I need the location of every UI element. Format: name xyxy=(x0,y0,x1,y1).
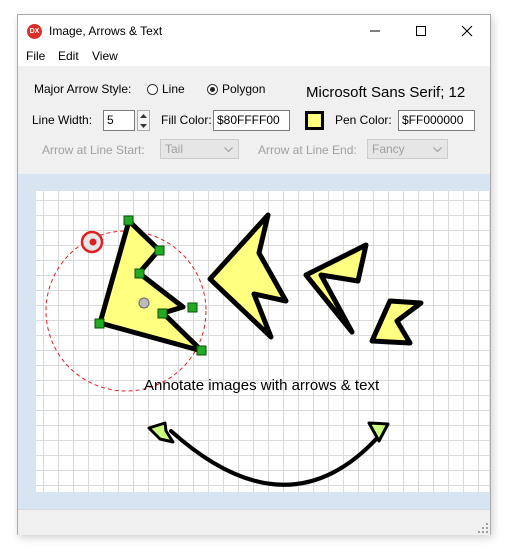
pen-color-input[interactable]: $FF000000 xyxy=(398,110,475,131)
radio-line-button[interactable] xyxy=(147,84,158,95)
line-width-input[interactable]: 5 xyxy=(103,110,135,131)
fill-color-input[interactable]: $80FFFF00 xyxy=(213,110,290,131)
menu-file[interactable]: File xyxy=(26,49,45,63)
arrow-shape-2[interactable] xyxy=(207,212,289,340)
minimize-button[interactable] xyxy=(352,15,398,46)
vertex-handle[interactable] xyxy=(157,308,168,319)
arrow-shape-4[interactable] xyxy=(369,298,424,346)
rotation-handle-icon[interactable] xyxy=(80,230,104,254)
vertex-handle[interactable] xyxy=(134,268,145,279)
vertex-handle[interactable] xyxy=(154,245,165,256)
chevron-down-icon xyxy=(224,147,233,152)
selected-arrow[interactable] xyxy=(97,218,205,354)
radio-line-label[interactable]: Line xyxy=(162,82,185,96)
menu-bar: File Edit View xyxy=(18,46,490,66)
pen-color-label: Pen Color: xyxy=(335,113,392,127)
menu-view[interactable]: View xyxy=(92,49,118,63)
arrow-end-value: Fancy xyxy=(372,142,405,156)
line-width-spinner[interactable] xyxy=(137,110,150,131)
chevron-down-icon xyxy=(433,147,442,152)
vertex-handle[interactable] xyxy=(94,318,105,329)
minimize-icon xyxy=(370,30,380,31)
menu-edit[interactable]: Edit xyxy=(58,49,79,63)
curved-arrow-line[interactable] xyxy=(169,429,381,487)
annotation-layer[interactable] xyxy=(36,191,489,492)
canvas-panel: Annotate images with arrows & text xyxy=(18,174,490,509)
line-width-label: Line Width: xyxy=(32,113,93,127)
vertex-handle[interactable] xyxy=(187,302,198,313)
status-bar xyxy=(18,509,490,535)
app-icon: DX xyxy=(27,24,42,39)
arrow-end-label: Arrow at Line End: xyxy=(258,143,357,157)
close-button[interactable] xyxy=(444,15,490,46)
fill-color-swatch[interactable] xyxy=(305,111,324,130)
curved-arrow-tail[interactable] xyxy=(147,421,175,444)
fill-color-label: Fill Color: xyxy=(161,113,212,127)
center-handle[interactable] xyxy=(138,297,150,309)
close-icon xyxy=(461,25,473,36)
image-canvas[interactable]: Annotate images with arrows & text xyxy=(36,191,489,492)
maximize-button[interactable] xyxy=(398,15,444,46)
options-toolbar: Major Arrow Style: Line Polygon Microsof… xyxy=(18,66,490,174)
maximize-icon xyxy=(416,25,426,36)
arrow-end-combo[interactable]: Fancy xyxy=(367,139,448,159)
arrow-start-label: Arrow at Line Start: xyxy=(42,143,145,157)
spin-down-icon[interactable] xyxy=(138,121,149,130)
size-grip-icon[interactable] xyxy=(478,523,488,533)
spin-up-icon[interactable] xyxy=(138,111,149,120)
vertex-handle[interactable] xyxy=(196,345,207,356)
arrow-shape-3[interactable] xyxy=(303,242,369,335)
arrow-start-value: Tail xyxy=(165,142,184,156)
title-bar[interactable]: DX Image, Arrows & Text xyxy=(18,15,490,46)
radio-polygon-button[interactable] xyxy=(207,84,218,95)
arrow-start-combo[interactable]: Tail xyxy=(160,139,239,159)
arrow-style-label: Major Arrow Style: xyxy=(34,82,132,96)
app-window: DX Image, Arrows & Text File Edit View M… xyxy=(17,14,491,535)
vertex-handle[interactable] xyxy=(123,215,134,226)
curved-arrow-head[interactable] xyxy=(367,421,390,443)
canvas-caption[interactable]: Annotate images with arrows & text xyxy=(144,377,379,394)
window-title: Image, Arrows & Text xyxy=(49,24,163,38)
radio-polygon-label[interactable]: Polygon xyxy=(222,82,265,96)
font-info[interactable]: Microsoft Sans Serif; 12 xyxy=(306,84,465,101)
